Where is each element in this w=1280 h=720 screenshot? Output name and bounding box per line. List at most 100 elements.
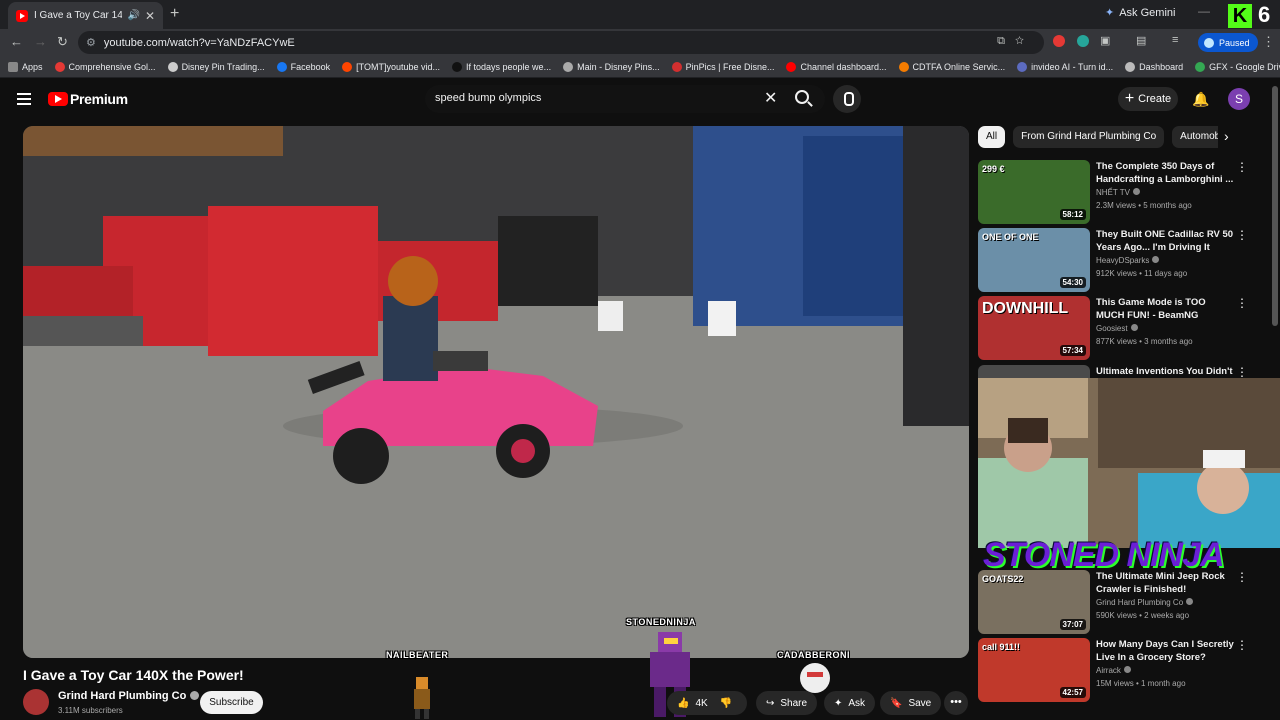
minimize-icon[interactable]: —: [1198, 4, 1210, 18]
more-actions-icon[interactable]: •••: [944, 691, 968, 715]
recommendation-meta: 590K views • 2 weeks ago: [1096, 611, 1190, 620]
bookmark-label: invideo AI - Turn id...: [1031, 61, 1114, 72]
recommendation-channel[interactable]: Airrack: [1096, 666, 1131, 675]
recommendation-item[interactable]: call 911!! 42:57 How Many Days Can I Secre…: [978, 638, 1272, 702]
recommendation-title[interactable]: They Built ONE Cadillac RV 50 Years Ago.…: [1096, 228, 1234, 254]
bookmark-item[interactable]: [TOMT]youtube vid...: [342, 61, 440, 72]
recommendation-title[interactable]: Ultimate Inventions You Didn't: [1096, 365, 1234, 378]
ask-button[interactable]: ✦ Ask: [824, 691, 876, 715]
browser-tab[interactable]: I Gave a Toy Car 140X the P 🔊 ✕: [8, 2, 163, 29]
bookmark-item[interactable]: Channel dashboard...: [786, 61, 887, 72]
recommendation-channel[interactable]: Goosiest: [1096, 324, 1138, 333]
video-thumbnail[interactable]: GOATS22 37:07: [978, 570, 1090, 634]
recommendation-item[interactable]: GOATS22 37:07 The Ultimate Mini Jeep Rock …: [978, 570, 1272, 634]
chevron-right-icon[interactable]: ›: [1224, 128, 1229, 144]
streamer-name-banner: STONED NINJA: [983, 536, 1225, 574]
bookmark-item[interactable]: PinPics | Free Disne...: [671, 61, 774, 72]
video-player[interactable]: [23, 126, 969, 658]
extension-icon[interactable]: [1053, 35, 1065, 47]
tab-title: I Gave a Toy Car 140X the P: [34, 10, 123, 21]
youtube-logo-icon[interactable]: [48, 92, 68, 106]
subscribe-button[interactable]: Subscribe: [200, 691, 263, 714]
bookmark-item[interactable]: Dashboard: [1125, 61, 1183, 72]
recommendation-title[interactable]: How Many Days Can I Secretly Live In a G…: [1096, 638, 1234, 664]
save-button[interactable]: 🔖 Save: [880, 691, 942, 715]
recommendation-meta: 912K views • 11 days ago: [1096, 269, 1188, 278]
like-count[interactable]: 4K: [695, 698, 707, 709]
recommendation-title[interactable]: The Complete 350 Days of Handcrafting a …: [1096, 160, 1234, 186]
more-options-icon[interactable]: ⋮: [1236, 160, 1248, 174]
bookmark-item[interactable]: Facebook: [276, 61, 330, 72]
recommendation-channel-name: Airrack: [1096, 666, 1121, 675]
more-options-icon[interactable]: ⋮: [1236, 228, 1248, 242]
video-thumbnail[interactable]: 299 € 58:12: [978, 160, 1090, 224]
share-button[interactable]: ↪ Share: [756, 691, 818, 715]
recommendation-channel-name: NHẾT TV: [1096, 188, 1130, 197]
recommendation-channel[interactable]: Grind Hard Plumbing Co: [1096, 598, 1194, 607]
bookmark-item[interactable]: Apps: [8, 61, 43, 72]
site-info-icon[interactable]: ⚙: [86, 36, 96, 49]
video-thumbnail[interactable]: call 911!! 42:57: [978, 638, 1090, 702]
back-icon[interactable]: ←: [10, 34, 23, 49]
video-thumbnail[interactable]: ONE OF ONE 54:30: [978, 228, 1090, 292]
address-bar-actions[interactable]: ⧉☆: [997, 35, 1034, 48]
extensions-puzzle-icon[interactable]: ▣: [1100, 34, 1110, 47]
youtube-premium-logo[interactable]: Premium: [70, 91, 128, 107]
bookmark-item[interactable]: Disney Pin Trading...: [167, 61, 265, 72]
dislike-icon[interactable]: 👎: [720, 698, 732, 709]
more-options-icon[interactable]: ⋮: [1236, 638, 1248, 652]
more-options-icon[interactable]: ⋮: [1236, 296, 1248, 310]
extension-icon[interactable]: [1077, 35, 1089, 47]
bookmark-label: GFX - Google Drive: [1209, 61, 1280, 72]
verified-check-icon: [1130, 324, 1138, 331]
like-icon[interactable]: 👍: [677, 698, 689, 709]
voice-search-icon[interactable]: [833, 85, 861, 113]
recommendation-channel[interactable]: NHẾT TV: [1096, 188, 1140, 197]
bookmark-item[interactable]: GFX - Google Drive: [1195, 61, 1280, 72]
address-bar[interactable]: ⚙ youtube.com/watch?v=YaNDzFACYwE ⧉☆: [78, 31, 1044, 54]
channel-name[interactable]: Grind Hard Plumbing Co: [58, 690, 200, 702]
close-tab-icon[interactable]: ✕: [145, 9, 155, 23]
thumbnail-text: GOATS22: [982, 574, 1024, 584]
new-tab-icon[interactable]: +: [170, 5, 179, 23]
recommendation-channel[interactable]: HeavyDSparks: [1096, 256, 1160, 265]
bookmark-item[interactable]: invideo AI - Turn id...: [1017, 61, 1114, 72]
bookmark-favicon-icon: [452, 61, 463, 72]
reload-icon[interactable]: ↻: [57, 34, 68, 50]
bookmark-item[interactable]: If todays people we...: [452, 61, 552, 72]
filter-chip[interactable]: All: [978, 126, 1006, 148]
speaker-icon[interactable]: 🔊: [127, 10, 139, 21]
clear-search-icon[interactable]: ✕: [764, 88, 777, 108]
bookmark-item[interactable]: Comprehensive Gol...: [54, 61, 156, 72]
create-button[interactable]: + Create: [1118, 87, 1178, 111]
recommendation-item[interactable]: 299 € 58:12 The Complete 350 Days of Handc…: [978, 160, 1272, 224]
filter-chip[interactable]: From Grind Hard Plumbing Co: [1013, 126, 1165, 148]
search-icon[interactable]: [795, 90, 809, 104]
menu-icon[interactable]: [17, 93, 31, 105]
video-thumbnail[interactable]: DOWNHILL 57:34: [978, 296, 1090, 360]
recommendation-title[interactable]: This Game Mode is TOO MUCH FUN! - BeamNG: [1096, 296, 1234, 322]
overlay-sprite-label: CADABBERONI: [777, 650, 850, 660]
bookmark-label: If todays people we...: [466, 61, 552, 72]
channel-avatar[interactable]: [23, 689, 49, 715]
page-scrollbar[interactable]: [1272, 86, 1278, 326]
filter-chip[interactable]: Automobiles: [1172, 126, 1218, 148]
more-options-icon[interactable]: ⋮: [1236, 365, 1248, 379]
ask-gemini-button[interactable]: ✦ Ask Gemini: [1105, 6, 1175, 20]
sidebar-icon[interactable]: ▤: [1136, 34, 1146, 47]
recommendation-item[interactable]: ONE OF ONE 54:30 They Built ONE Cadillac R…: [978, 228, 1272, 292]
browser-menu-icon[interactable]: ⋮: [1262, 34, 1275, 50]
gemini-icon: ✦: [1105, 7, 1115, 19]
notifications-bell-icon[interactable]: 🔔: [1192, 91, 1209, 108]
more-options-icon[interactable]: ⋮: [1236, 570, 1248, 584]
account-avatar[interactable]: S: [1228, 88, 1250, 110]
reading-list-icon[interactable]: ≡: [1172, 34, 1178, 46]
recommendation-item[interactable]: DOWNHILL 57:34 This Game Mode is TOO MUCH …: [978, 296, 1272, 360]
search-box[interactable]: speed bump olympics ✕: [425, 85, 825, 113]
bookmark-item[interactable]: Main - Disney Pins...: [563, 61, 660, 72]
profile-paused-button[interactable]: Paused: [1198, 33, 1258, 52]
bookmark-item[interactable]: CDTFA Online Servic...: [898, 61, 1005, 72]
forward-icon[interactable]: →: [34, 34, 47, 49]
verified-check-icon: [1123, 666, 1131, 673]
search-input[interactable]: speed bump olympics: [435, 92, 541, 104]
